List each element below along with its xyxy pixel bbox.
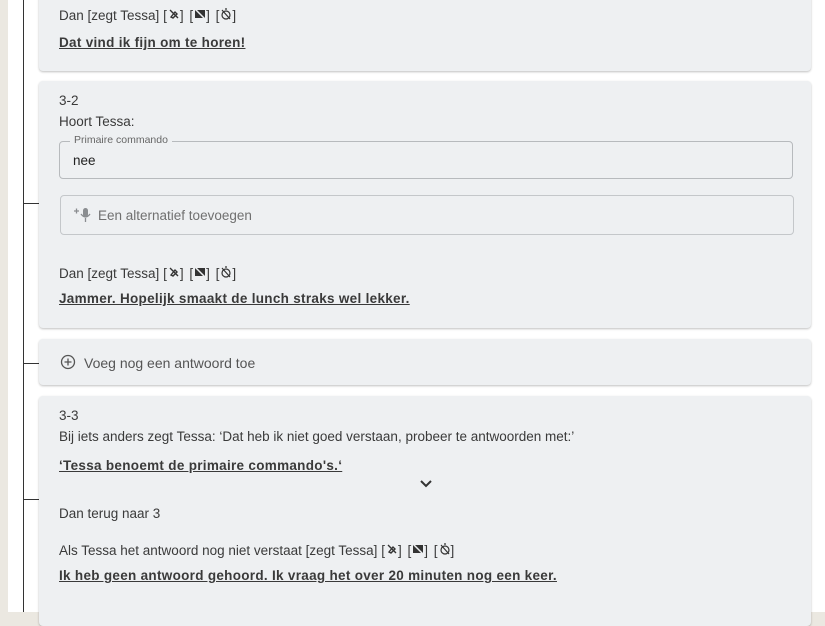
primary-command-field[interactable]: Primaire commando nee (59, 134, 793, 179)
then-says-line: Dan [zegt Tessa] [] [] [] (59, 266, 237, 281)
answer-card-3-2: 3-2 Hoort Tessa: Primaire commando nee E… (39, 81, 811, 328)
timer-off-icon (221, 266, 231, 278)
then-says-line: Dan [zegt Tessa] [] [] [] (59, 8, 237, 23)
not-understood-line: Als Tessa het antwoord nog niet verstaat… (59, 543, 455, 558)
then-says-label: Dan [zegt Tessa] (59, 266, 160, 281)
no-screen-icon (194, 8, 206, 20)
final-response-text[interactable]: Ik heb geen antwoord gehoord. Ik vraag h… (59, 568, 557, 583)
answer-number: 3-3 (59, 408, 79, 423)
timer-off-icon (221, 8, 231, 20)
add-answer-button[interactable]: Voeg nog een antwoord toe (39, 339, 811, 385)
add-alternative-input[interactable]: Een alternatief toevoegen (60, 195, 794, 235)
primary-command-value: nee (73, 153, 96, 168)
mute-icon (387, 544, 397, 554)
mute-icon (169, 267, 179, 277)
add-alternative-placeholder: Een alternatief toevoegen (98, 208, 252, 223)
speech-settings-icons[interactable]: [] [] [] (163, 266, 237, 281)
tree-connector-line (23, 0, 24, 612)
add-voice-icon (74, 208, 91, 222)
primary-commands-note[interactable]: ‘Tessa benoemt de primaire commando's.‘ (59, 458, 342, 473)
answer-card-3-1: Dan [zegt Tessa] [] [] [] Dat vind ik fi… (39, 0, 811, 71)
answer-number: 3-2 (59, 93, 79, 108)
not-understood-label: Als Tessa het antwoord nog niet verstaat… (59, 543, 378, 558)
tree-branch-3-3 (23, 499, 39, 500)
no-screen-icon (194, 266, 206, 278)
heard-label: Hoort Tessa: (59, 114, 135, 129)
response-text[interactable]: Dat vind ik fijn om te horen! (59, 35, 245, 50)
tree-branch-3-2 (23, 203, 39, 204)
no-screen-icon (412, 543, 424, 555)
else-says-line: Bij iets anders zegt Tessa: ‘Dat heb ik … (59, 429, 575, 444)
back-to-line: Dan terug naar 3 (59, 506, 161, 521)
chevron-down-icon[interactable] (419, 479, 433, 489)
primary-command-legend: Primaire commando (70, 134, 172, 146)
timer-off-icon (439, 543, 450, 555)
response-text[interactable]: Jammer. Hopelijk smaakt de lunch straks … (59, 291, 410, 306)
speech-settings-icons[interactable]: [] [] [] (381, 543, 455, 558)
tree-branch-add-answer (23, 363, 39, 364)
add-answer-label: Voeg nog een antwoord toe (84, 355, 256, 371)
speech-settings-icons[interactable]: [] [] [] (163, 8, 237, 23)
mute-icon (169, 9, 179, 19)
add-circle-icon (60, 354, 76, 370)
answer-card-3-3: 3-3 Bij iets anders zegt Tessa: ‘Dat heb… (39, 396, 811, 626)
then-says-label: Dan [zegt Tessa] (59, 8, 160, 23)
